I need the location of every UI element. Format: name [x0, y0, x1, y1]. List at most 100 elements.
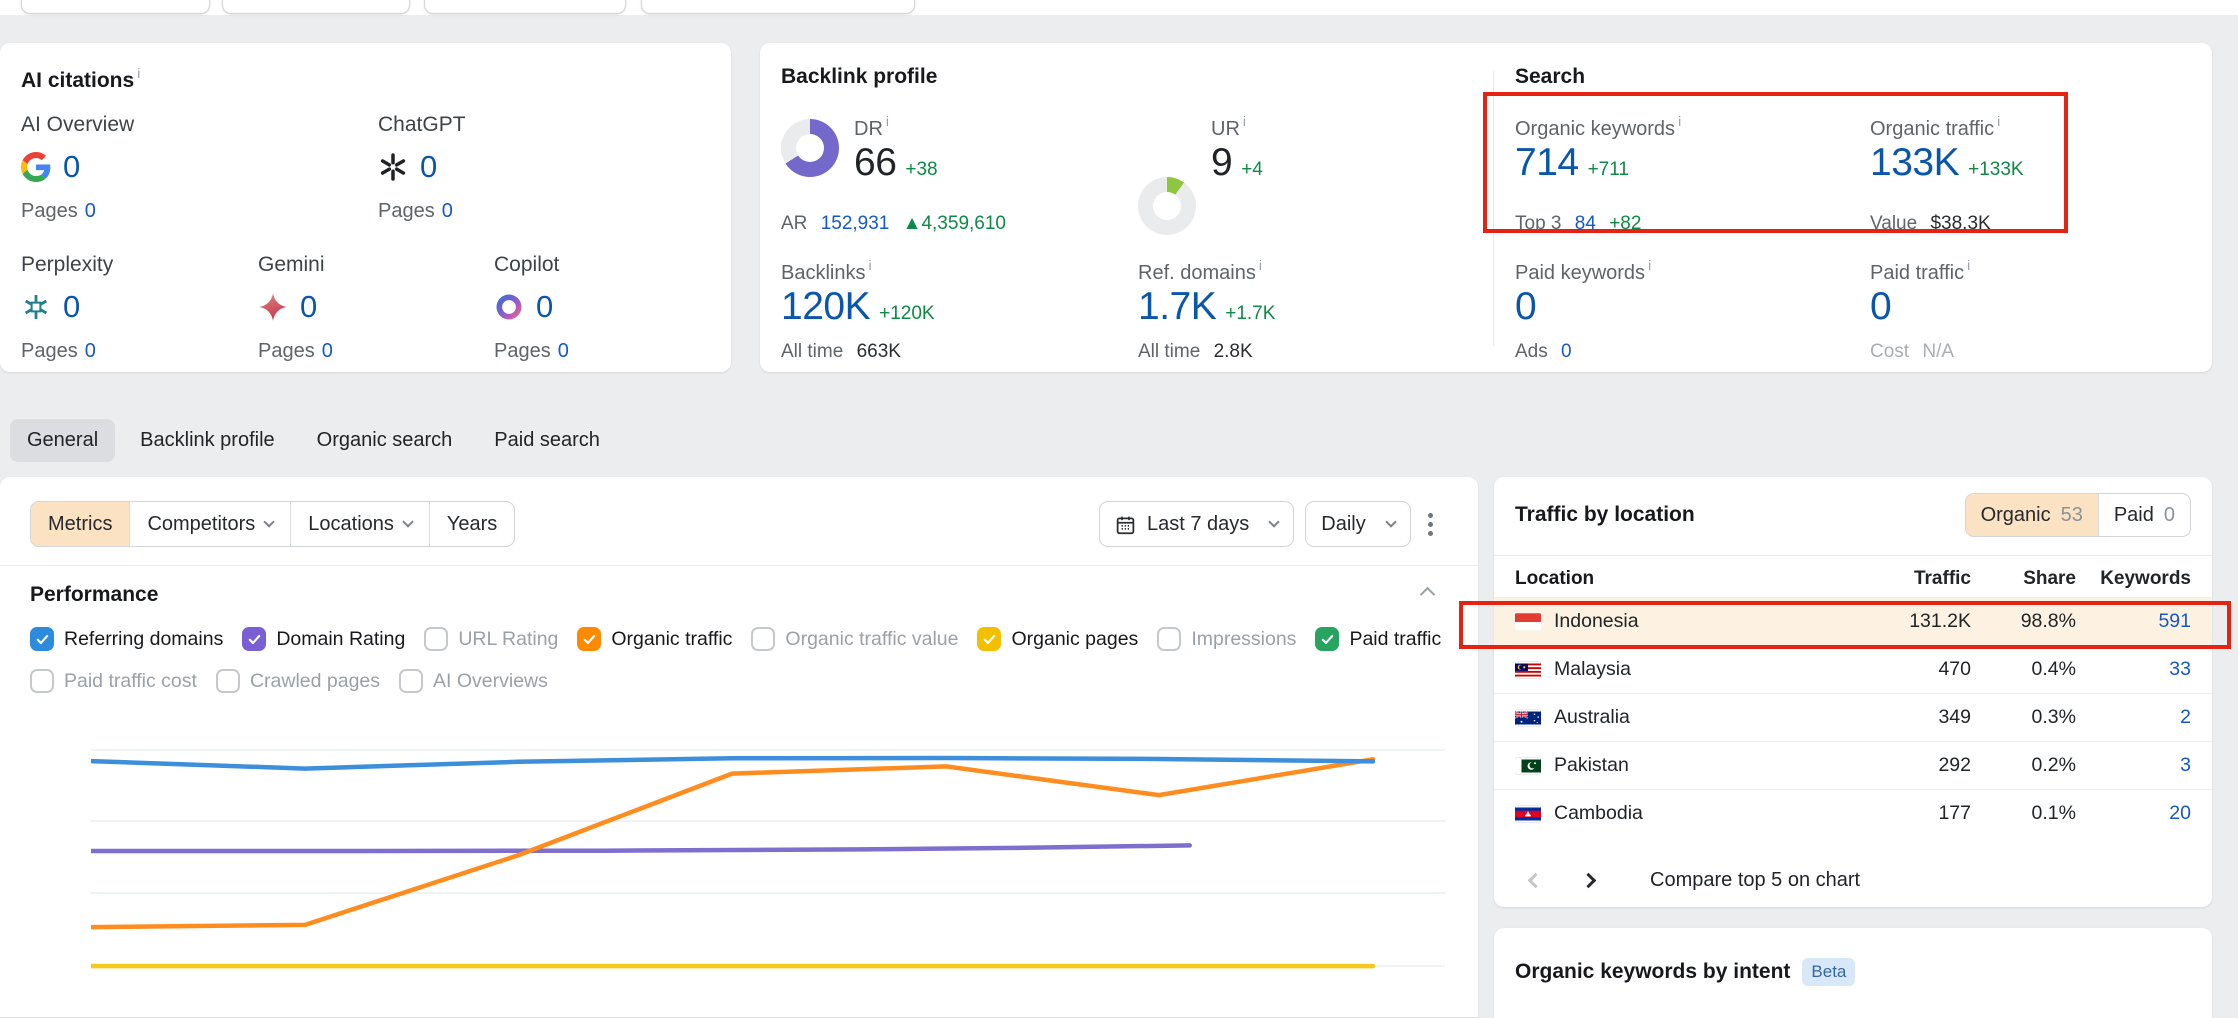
metric-checkbox-label: URL Rating	[458, 628, 558, 651]
chart-line-referring-domains[interactable]	[91, 758, 1373, 769]
metric-checkbox-organic-traffic-value[interactable]: Organic traffic value	[751, 627, 958, 651]
metrics-filter-group: MetricsCompetitors Locations Years	[30, 501, 515, 547]
date-range-label: Last 7 days	[1147, 513, 1249, 536]
location-row-pakistan[interactable]: Pakistan2920.2%3	[1494, 741, 2212, 789]
info-icon[interactable]: i	[1997, 113, 2000, 129]
ads-row: Ads 0	[1515, 341, 1572, 363]
location-keywords-link[interactable]: 20	[2076, 802, 2191, 825]
top-toolbar-box[interactable]	[424, 0, 626, 14]
tab-backlink-profile[interactable]: Backlink profile	[123, 419, 292, 462]
malaysia-flag	[1515, 661, 1541, 679]
backlinks-alltime: All time 663K	[781, 341, 901, 363]
toggle-organic[interactable]: Organic 53	[1966, 494, 2098, 536]
search-title: Search	[1515, 65, 1585, 89]
ads-value-link[interactable]: 0	[1561, 341, 1572, 362]
filter-label: Years	[447, 513, 497, 536]
top-toolbar-box[interactable]	[641, 0, 915, 14]
pagination-prev-icon[interactable]	[1528, 872, 1544, 888]
pages-count[interactable]: 0	[558, 340, 569, 362]
metric-checkbox-organic-traffic[interactable]: Organic traffic	[577, 627, 732, 651]
paid-traffic-value[interactable]: 0	[1870, 285, 1891, 328]
organic-traffic-label: Organic traffici	[1870, 113, 2000, 141]
info-icon[interactable]: i	[868, 257, 871, 273]
filter-label: Locations	[308, 513, 394, 536]
location-keywords-link[interactable]: 591	[2076, 610, 2191, 633]
collapse-section-icon[interactable]	[1420, 587, 1436, 603]
location-keywords-link[interactable]: 2	[2076, 706, 2191, 729]
filter-locations[interactable]: Locations	[290, 502, 429, 546]
backlink-search-panel: Backlink profile DRi 66 +38 AR 152,931 ▲…	[760, 43, 2212, 372]
date-range-button[interactable]: Last 7 days	[1099, 501, 1294, 547]
metric-checkbox-impressions[interactable]: Impressions	[1157, 627, 1296, 651]
filter-metrics[interactable]: Metrics	[31, 502, 129, 546]
location-share: 0.3%	[1971, 706, 2076, 729]
checkbox-unchecked-icon	[1157, 627, 1181, 651]
info-icon[interactable]: i	[1243, 113, 1246, 129]
paid-keywords-value[interactable]: 0	[1515, 285, 1536, 328]
ai-citations-count[interactable]: 0	[420, 149, 437, 185]
dr-value: 66	[854, 143, 896, 182]
organic-traffic-value-row: 133K +133K	[1870, 143, 2024, 182]
ai-citations-panel: AI citationsi AI Overview0Pages0ChatGPT0…	[0, 43, 731, 372]
ur-value: 9	[1211, 143, 1232, 182]
ai-citations-count[interactable]: 0	[300, 289, 317, 325]
location-row-australia[interactable]: Australia3490.3%2	[1494, 693, 2212, 741]
ur-delta: +4	[1241, 159, 1263, 181]
metric-checkbox-paid-traffic[interactable]: Paid traffic	[1315, 627, 1441, 651]
overview-panel: MetricsCompetitors Locations Years Last 7 …	[0, 477, 1478, 1017]
tab-general[interactable]: General	[10, 419, 115, 462]
organic-paid-toggle: Organic 53 Paid 0	[1965, 493, 2191, 537]
info-icon[interactable]: i	[886, 113, 889, 129]
metric-checkbox-organic-pages[interactable]: Organic pages	[977, 627, 1138, 651]
location-row-malaysia[interactable]: Malaysia4700.4%33	[1494, 645, 2212, 693]
info-icon[interactable]: i	[1648, 257, 1651, 273]
ref-domains-value[interactable]: 1.7K	[1138, 287, 1216, 326]
chart-line-domain-rating[interactable]	[91, 845, 1190, 851]
location-keywords-link[interactable]: 33	[2076, 658, 2191, 681]
pages-count[interactable]: 0	[85, 340, 96, 362]
backlinks-value-row: 120K +120K	[781, 287, 935, 326]
ai-citations-count[interactable]: 0	[63, 289, 80, 325]
pagination-next-icon[interactable]	[1581, 872, 1597, 888]
tab-paid-search[interactable]: Paid search	[477, 419, 617, 462]
location-row-cambodia[interactable]: Cambodia1770.1%20	[1494, 789, 2212, 837]
metric-checkbox-referring-domains[interactable]: Referring domains	[30, 627, 223, 651]
info-icon[interactable]: i	[1678, 113, 1681, 129]
ai-citations-count[interactable]: 0	[63, 149, 80, 185]
backlinks-value[interactable]: 120K	[781, 287, 870, 326]
location-row-indonesia[interactable]: Indonesia131.2K98.8%591	[1494, 597, 2212, 645]
tab-organic-search[interactable]: Organic search	[300, 419, 470, 462]
more-options-icon[interactable]	[1422, 507, 1439, 542]
organic-keywords-label: Organic keywordsi	[1515, 113, 1681, 141]
filter-competitors[interactable]: Competitors	[129, 502, 290, 546]
top-toolbar-box[interactable]	[222, 0, 410, 14]
granularity-label: Daily	[1321, 513, 1365, 536]
top-toolbar-box[interactable]	[21, 0, 210, 14]
metric-checkbox-domain-rating[interactable]: Domain Rating	[242, 627, 405, 651]
performance-line-chart[interactable]	[91, 690, 1445, 1002]
pages-count[interactable]: 0	[442, 200, 453, 222]
info-icon[interactable]: i	[1967, 257, 1970, 273]
info-icon[interactable]: i	[1259, 257, 1262, 273]
pages-count[interactable]: 0	[322, 340, 333, 362]
metric-checkbox-url-rating[interactable]: URL Rating	[424, 627, 558, 651]
granularity-button[interactable]: Daily	[1305, 501, 1410, 547]
location-keywords-link[interactable]: 3	[2076, 754, 2191, 777]
compare-top5-label[interactable]: Compare top 5 on chart	[1650, 869, 1860, 892]
top3-value-link[interactable]: 84	[1575, 213, 1596, 234]
organic-keywords-value-row: 714 +711	[1515, 143, 1629, 182]
checkbox-checked-icon	[977, 627, 1001, 651]
organic-keywords-value[interactable]: 714	[1515, 143, 1579, 182]
chart-line-organic-traffic[interactable]	[91, 759, 1373, 927]
traffic-by-location-panel: Traffic by location Organic 53 Paid 0 Lo…	[1494, 477, 2212, 907]
ai-citation-chatgpt: ChatGPT0Pages0	[378, 113, 608, 223]
ai-citations-count[interactable]: 0	[536, 289, 553, 325]
ar-value-link[interactable]: 152,931	[821, 213, 890, 234]
pages-count[interactable]: 0	[85, 200, 96, 222]
organic-traffic-value[interactable]: 133K	[1870, 143, 1959, 182]
location-traffic: 177	[1866, 802, 1971, 825]
filter-years[interactable]: Years	[429, 502, 514, 546]
checkbox-unchecked-icon	[751, 627, 775, 651]
divider	[1494, 555, 2212, 556]
toggle-paid[interactable]: Paid 0	[2098, 494, 2190, 536]
